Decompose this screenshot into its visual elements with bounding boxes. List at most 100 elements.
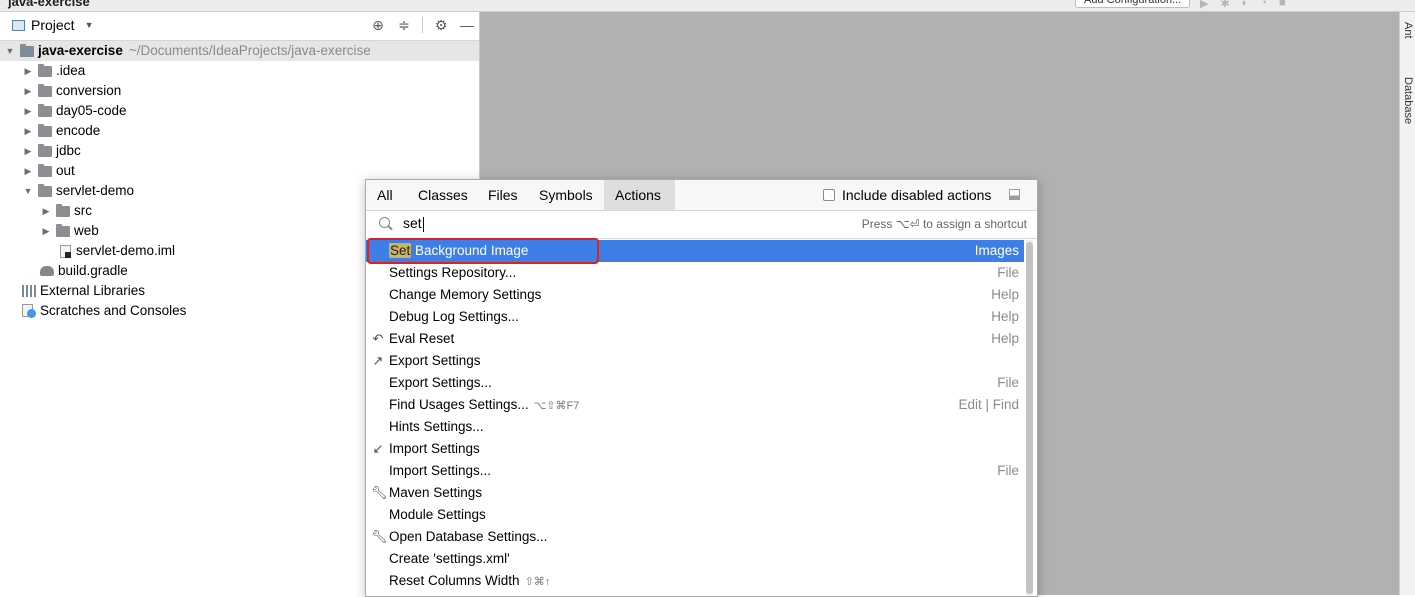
- tree-item-label: servlet-demo.iml: [76, 243, 176, 258]
- tree-item-build-gradle[interactable]: build.gradle: [40, 261, 128, 281]
- result-item[interactable]: Find Usages Settings... ⌥⇧⌘F7 Edit | Find: [366, 394, 1024, 416]
- match-highlight: Set: [389, 243, 412, 258]
- result-item[interactable]: Export Settings... File: [366, 372, 1024, 394]
- folder-icon: [38, 183, 52, 197]
- debug-icon[interactable]: ✱: [1220, 0, 1229, 10]
- result-label: Background Image: [411, 243, 529, 258]
- search-input[interactable]: set: [403, 215, 424, 232]
- result-item[interactable]: 🔧︎ Maven Settings: [366, 482, 1024, 504]
- result-item-set-background-image[interactable]: Set Background Image Images: [366, 238, 1024, 264]
- tree-item-scratches[interactable]: Scratches and Consoles: [22, 301, 186, 321]
- result-item[interactable]: Reset Columns Width ⇧⌘↑: [366, 570, 1024, 592]
- result-label: Reset Columns Width: [389, 573, 520, 588]
- folder-icon: [38, 143, 52, 157]
- result-item[interactable]: Change Memory Settings Help: [366, 284, 1024, 306]
- scrollbar-thumb[interactable]: [1026, 242, 1033, 594]
- results-scrollbar[interactable]: [1026, 240, 1033, 596]
- hide-icon[interactable]: —: [459, 17, 475, 34]
- coverage-icon[interactable]: ◐: [1242, 0, 1249, 10]
- project-panel-title: Project: [31, 17, 75, 33]
- tree-item-servlet-demo-iml[interactable]: servlet-demo.iml: [60, 241, 175, 261]
- tree-item-idea[interactable]: ▶ .idea: [22, 61, 86, 81]
- locate-icon[interactable]: ⊕: [370, 17, 386, 34]
- tree-item-label: External Libraries: [40, 283, 146, 298]
- result-label: Debug Log Settings...: [389, 309, 519, 324]
- result-label: Eval Reset: [389, 331, 455, 346]
- tab-files[interactable]: Files: [477, 180, 529, 210]
- library-icon: [22, 285, 36, 297]
- tab-actions[interactable]: Actions: [604, 180, 675, 210]
- result-category: Help: [991, 331, 1019, 346]
- result-item[interactable]: ↗ Export Settings: [366, 350, 1024, 372]
- result-label: Create 'settings.xml': [389, 551, 510, 566]
- tab-all[interactable]: All: [366, 180, 404, 210]
- tree-item-encode[interactable]: ▶ encode: [22, 121, 101, 141]
- result-item[interactable]: Module Settings: [366, 504, 1024, 526]
- project-view-selector[interactable]: Project ▼: [12, 17, 94, 33]
- include-disabled-toggle[interactable]: Include disabled actions: [823, 187, 991, 203]
- tool-window-database[interactable]: Database: [1402, 77, 1414, 124]
- result-label: Module Settings: [389, 507, 486, 522]
- folder-icon: [38, 63, 52, 77]
- tree-item-label: out: [56, 163, 75, 178]
- collapsed-arrow-icon[interactable]: ▶: [22, 101, 34, 121]
- tree-item-servlet-demo[interactable]: ▼ servlet-demo: [22, 181, 135, 201]
- collapsed-arrow-icon[interactable]: ▶: [40, 221, 52, 241]
- right-tool-strip: Ant Database: [1399, 12, 1415, 595]
- result-label: Import Settings...: [389, 463, 492, 478]
- result-category: File: [997, 265, 1019, 280]
- add-configuration-button[interactable]: Add Configuration...: [1075, 0, 1191, 8]
- result-label: Import Settings: [389, 441, 480, 456]
- collapsed-arrow-icon[interactable]: ▶: [22, 121, 34, 141]
- tab-classes[interactable]: Classes: [407, 180, 479, 210]
- tool-window-ant[interactable]: Ant: [1402, 22, 1414, 39]
- tree-item-src[interactable]: ▶ src: [40, 201, 92, 221]
- collapse-all-icon[interactable]: ≑: [396, 17, 412, 34]
- collapsed-arrow-icon[interactable]: ▶: [22, 81, 34, 101]
- collapsed-arrow-icon[interactable]: ▶: [22, 61, 34, 81]
- tree-item-jdbc[interactable]: ▶ jdbc: [22, 141, 81, 161]
- tab-symbols[interactable]: Symbols: [528, 180, 604, 210]
- undo-icon: ↶: [372, 331, 384, 346]
- search-tabs: All Classes Files Symbols Actions Includ…: [366, 180, 1037, 211]
- tree-item-web[interactable]: ▶ web: [40, 221, 99, 241]
- project-path: ~/Documents/IdeaProjects/java-exercise: [128, 43, 371, 58]
- result-category: Help: [991, 287, 1019, 302]
- result-item[interactable]: Hints Settings...: [366, 416, 1024, 438]
- include-disabled-checkbox[interactable]: [823, 189, 835, 201]
- collapsed-arrow-icon[interactable]: ▶: [22, 161, 34, 181]
- result-item[interactable]: 🔧︎ Open Database Settings...: [366, 526, 1024, 548]
- collapsed-arrow-icon[interactable]: ▶: [22, 141, 34, 161]
- result-item[interactable]: Create 'settings.xml': [366, 548, 1024, 570]
- result-label: Export Settings...: [389, 375, 492, 390]
- tree-item-label: web: [74, 223, 99, 238]
- expanded-arrow-icon[interactable]: ▼: [4, 41, 16, 61]
- tree-item-label: day05-code: [56, 103, 127, 118]
- result-item[interactable]: ↙ Import Settings: [366, 438, 1024, 460]
- tree-item-external-libraries[interactable]: External Libraries: [22, 281, 145, 301]
- stop-icon[interactable]: ■: [1279, 0, 1286, 10]
- expanded-arrow-icon[interactable]: ▼: [22, 181, 34, 201]
- divider: [422, 17, 423, 33]
- title-bar: java-exercise Add Configuration... ▶ ✱ ◐…: [0, 0, 1415, 12]
- open-in-find-window-icon[interactable]: [1009, 189, 1020, 200]
- module-folder-icon: [20, 43, 34, 57]
- profile-icon[interactable]: ◔: [1260, 0, 1267, 10]
- gear-icon[interactable]: ⚙: [433, 17, 449, 34]
- folder-icon: [38, 83, 52, 97]
- tree-item-conversion[interactable]: ▶ conversion: [22, 81, 122, 101]
- tree-item-label: .idea: [56, 63, 86, 78]
- collapsed-arrow-icon[interactable]: ▶: [40, 201, 52, 221]
- project-panel-header: Project ▼ ⊕ ≑ ⚙ —: [0, 12, 479, 41]
- run-icon[interactable]: ▶: [1200, 0, 1208, 10]
- tree-item-out[interactable]: ▶ out: [22, 161, 75, 181]
- tree-item-java-exercise[interactable]: ▼ java-exercise ~/Documents/IdeaProjects…: [0, 41, 479, 61]
- result-category: Edit | Find: [958, 397, 1019, 412]
- result-item[interactable]: Import Settings... File: [366, 460, 1024, 482]
- search-row: set Press ⌥⏎ to assign a shortcut: [366, 211, 1037, 239]
- tree-item-day05-code[interactable]: ▶ day05-code: [22, 101, 127, 121]
- result-item[interactable]: Debug Log Settings... Help: [366, 306, 1024, 328]
- result-item[interactable]: Settings Repository... File: [366, 262, 1024, 284]
- folder-icon: [38, 103, 52, 117]
- result-item[interactable]: ↶ Eval Reset Help: [366, 328, 1024, 350]
